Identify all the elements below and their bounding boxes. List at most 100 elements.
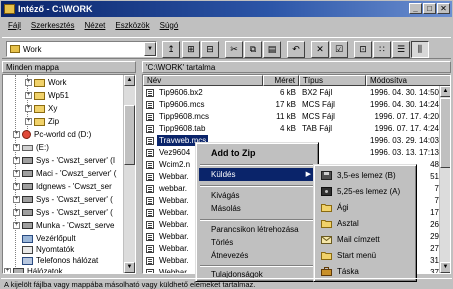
expand-icon[interactable]: + [13, 222, 20, 229]
expand-icon[interactable]: + [25, 79, 32, 86]
expand-icon[interactable]: + [25, 105, 32, 112]
scroll-thumb[interactable] [124, 105, 135, 165]
start-menu-icon [321, 252, 332, 260]
maximize-button[interactable]: □ [423, 3, 436, 14]
tree-item[interactable]: + Work [25, 77, 67, 88]
tree-item[interactable]: + Pc-world cd (D:) [13, 129, 91, 140]
details-view-button[interactable]: ⫼ [411, 41, 429, 58]
close-button[interactable]: ✕ [437, 3, 450, 14]
send-to-item-floppy-a[interactable]: 5,25-es lemez (A) [317, 184, 415, 199]
tree-item[interactable]: + Zip [25, 116, 59, 127]
tree-item[interactable]: + Xy [25, 103, 57, 114]
file-name: Webbar. [159, 208, 189, 217]
undo-button[interactable]: ↶ [287, 41, 305, 58]
title-bar[interactable]: Intéző - C:\WORK _ □ ✕ [1, 1, 452, 17]
file-name: webbar. [159, 184, 188, 193]
menu-item-copy[interactable]: Másolás [199, 202, 317, 215]
expand-icon[interactable]: + [4, 268, 11, 273]
disconnect-drive-button[interactable]: ⊟ [201, 41, 219, 58]
list-vertical-scrollbar[interactable]: ▲ ▼ [439, 86, 450, 273]
address-combo[interactable]: Work ▼ [6, 41, 157, 57]
table-row[interactable]: Tip9606.mcs 17 kB MCS Fájl 1996. 04. 30. 14… [143, 99, 450, 110]
list-view-button[interactable]: ☰ [392, 41, 410, 58]
table-row[interactable]: Tipp9608.mcs 11 kB MCS Fájl 1996. 07. 17. 4… [143, 111, 450, 122]
expand-icon[interactable]: + [13, 209, 20, 216]
column-header-type[interactable]: Típus [299, 75, 366, 86]
menu-file[interactable]: Fájl [8, 21, 21, 30]
menu-tools[interactable]: Eszközök [115, 21, 149, 30]
properties-button[interactable]: ☑ [330, 41, 348, 58]
file-icon [146, 257, 154, 265]
menu-item-cut[interactable]: Kivágás [199, 189, 317, 202]
map-drive-button[interactable]: ⊞ [182, 41, 200, 58]
send-to-item-agi[interactable]: Ági [317, 200, 415, 215]
file-modified: 1996. 04. 30. 14:24 [370, 100, 439, 109]
menu-edit[interactable]: Szerkesztés [31, 21, 75, 30]
menu-item-create-shortcut[interactable]: Parancsikon létrehozása [199, 223, 317, 236]
folder-icon [10, 45, 20, 53]
tree-item[interactable]: + Wp51 [25, 90, 69, 101]
menu-view[interactable]: Nézet [84, 21, 105, 30]
expand-icon[interactable]: + [13, 144, 20, 151]
large-icons-button[interactable]: ⊡ [354, 41, 372, 58]
file-icon [146, 125, 154, 133]
tree-item[interactable]: + Sys - 'Cwszt_server' (I [13, 155, 115, 166]
tree-item[interactable]: Nyomtatók [22, 244, 74, 255]
expand-icon[interactable]: + [13, 131, 20, 138]
chevron-down-icon[interactable]: ▼ [144, 42, 156, 56]
tree-item[interactable]: + Hálózatok [4, 266, 63, 273]
tree-item[interactable]: + (E:) [13, 142, 49, 153]
scroll-down-icon[interactable]: ▼ [440, 262, 450, 273]
file-icon [146, 89, 154, 97]
file-icon [146, 269, 154, 273]
column-header-name[interactable]: Név [143, 75, 263, 86]
tree-item[interactable]: + Maci - 'Cwszt_server' ( [13, 168, 116, 179]
send-to-item-desktop[interactable]: Asztal [317, 216, 415, 231]
menu-help[interactable]: Súgó [160, 21, 179, 30]
send-to-item-floppy-b[interactable]: 3,5-es lemez (B) [317, 168, 415, 183]
menu-item-add-to-zip[interactable]: Add to Zip [199, 147, 317, 160]
folder-icon [34, 104, 45, 113]
expand-icon[interactable]: + [13, 157, 20, 164]
printer-icon [22, 245, 33, 254]
send-to-item-briefcase[interactable]: Táska [317, 264, 415, 279]
drive-icon [22, 144, 33, 151]
folder-tree[interactable]: + Work + Wp51 + Xy + Zip + Pc-world cd (D:) +… [2, 74, 136, 274]
network-drive-icon [22, 170, 33, 177]
small-icons-button[interactable]: ∷ [373, 41, 391, 58]
delete-button[interactable]: ✕ [311, 41, 329, 58]
expand-icon[interactable]: + [25, 118, 32, 125]
expand-icon[interactable]: + [25, 92, 32, 99]
file-size: 17 kB [275, 100, 296, 109]
up-folder-button[interactable]: ↥ [162, 41, 180, 58]
cut-button[interactable]: ✂ [225, 41, 243, 58]
column-header-size[interactable]: Méret [263, 75, 299, 86]
send-to-item-start-menu[interactable]: Start menü [317, 248, 415, 263]
scroll-up-icon[interactable]: ▲ [440, 86, 450, 97]
tree-item[interactable]: + Sys - 'Cwszt_server' ( [13, 194, 113, 205]
list-pane-header: 'C:\WORK' tartalma [142, 61, 451, 73]
expand-icon[interactable]: + [13, 183, 20, 190]
table-row[interactable]: Tip9606.bx2 6 kB BX2 Fájl 1996. 04. 30. 14:… [143, 87, 450, 98]
tree-item[interactable]: Telefonos hálózat [22, 255, 98, 266]
menu-item-send-to[interactable]: Küldés ▶ [199, 168, 317, 181]
paste-button[interactable]: ▤ [263, 41, 281, 58]
tree-vertical-scrollbar[interactable]: ▲ ▼ [123, 75, 135, 273]
scroll-down-icon[interactable]: ▼ [124, 262, 135, 273]
table-row[interactable]: Tipp9608.tab 4 kB TAB Fájl 1996. 07. 17. 4:… [143, 123, 450, 134]
menu-item-rename[interactable]: Átnevezés [199, 249, 317, 262]
column-header-modified[interactable]: Módosítva [366, 75, 450, 86]
copy-button[interactable]: ⧉ [244, 41, 262, 58]
tree-item[interactable]: + Idgnews - 'Cwszt_ser [13, 181, 112, 192]
tree-item[interactable]: Vezérlőpult [22, 233, 76, 244]
folder-icon [34, 91, 45, 100]
tree-item[interactable]: + Munka - 'Cwszt_serve [13, 220, 114, 231]
menu-item-delete[interactable]: Törlés [199, 236, 317, 249]
expand-icon[interactable]: + [13, 170, 20, 177]
minimize-button[interactable]: _ [409, 3, 422, 14]
scroll-thumb[interactable] [440, 98, 450, 168]
send-to-item-mail[interactable]: Mail címzett [317, 232, 415, 247]
scroll-up-icon[interactable]: ▲ [124, 75, 135, 86]
tree-item[interactable]: + Sys - 'Cwszt_server' ( [13, 207, 113, 218]
expand-icon[interactable]: + [13, 196, 20, 203]
